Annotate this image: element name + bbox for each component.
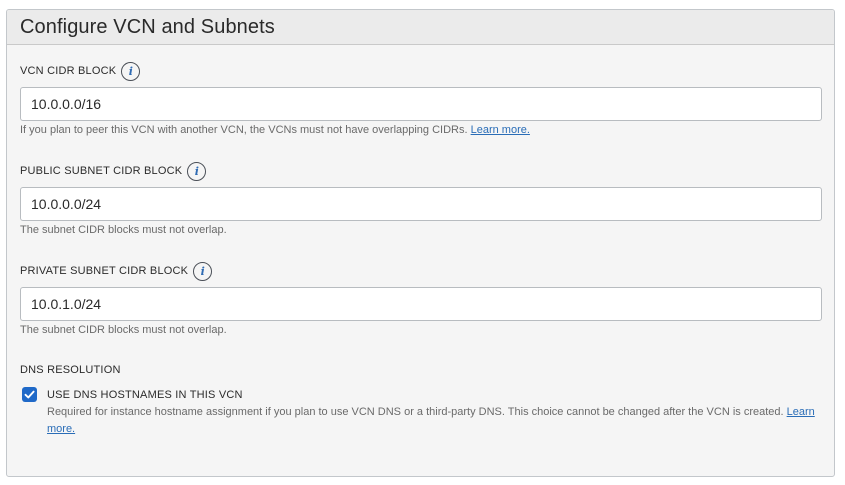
public-subnet-field: PUBLIC SUBNET CIDR BLOCK i The subnet CI… [20,160,822,236]
dns-hostnames-description: Required for instance hostname assignmen… [47,404,822,438]
vcn-cidr-help-text: If you plan to peer this VCN with anothe… [20,124,468,136]
private-subnet-input[interactable] [20,287,822,321]
dns-resolution-label: DNS RESOLUTION [20,364,121,376]
vcn-cidr-learn-more-link[interactable]: Learn more. [471,124,530,136]
vcn-cidr-help: If you plan to peer this VCN with anothe… [20,124,822,136]
private-subnet-label-row: PRIVATE SUBNET CIDR BLOCK i [20,260,822,282]
info-icon[interactable]: i [121,61,141,81]
private-subnet-label: PRIVATE SUBNET CIDR BLOCK [20,265,189,277]
public-subnet-label: PUBLIC SUBNET CIDR BLOCK [20,165,183,177]
dns-hostnames-text: USE DNS HOSTNAMES IN THIS VCN Required f… [47,389,822,438]
vcn-cidr-label-row: VCN CIDR BLOCK i [20,60,822,82]
configure-vcn-panel: Configure VCN and Subnets VCN CIDR BLOCK… [6,9,835,477]
vcn-cidr-field: VCN CIDR BLOCK i If you plan to peer thi… [20,60,822,136]
public-subnet-help: The subnet CIDR blocks must not overlap. [20,224,227,236]
panel-header: Configure VCN and Subnets [7,10,834,45]
dns-hostnames-checkbox[interactable] [22,387,37,402]
dns-hostnames-label[interactable]: USE DNS HOSTNAMES IN THIS VCN [47,389,822,401]
vcn-cidr-input[interactable] [20,87,822,121]
info-icon[interactable]: i [187,161,207,181]
info-icon[interactable]: i [193,261,213,281]
public-subnet-label-row: PUBLIC SUBNET CIDR BLOCK i [20,160,822,182]
public-subnet-input[interactable] [20,187,822,221]
checkmark-icon [24,390,35,399]
dns-description-text: Required for instance hostname assignmen… [47,406,784,418]
private-subnet-help: The subnet CIDR blocks must not overlap. [20,324,227,336]
vcn-cidr-label: VCN CIDR BLOCK [20,65,117,77]
private-subnet-field: PRIVATE SUBNET CIDR BLOCK i The subnet C… [20,260,822,336]
panel-title: Configure VCN and Subnets [20,15,275,38]
